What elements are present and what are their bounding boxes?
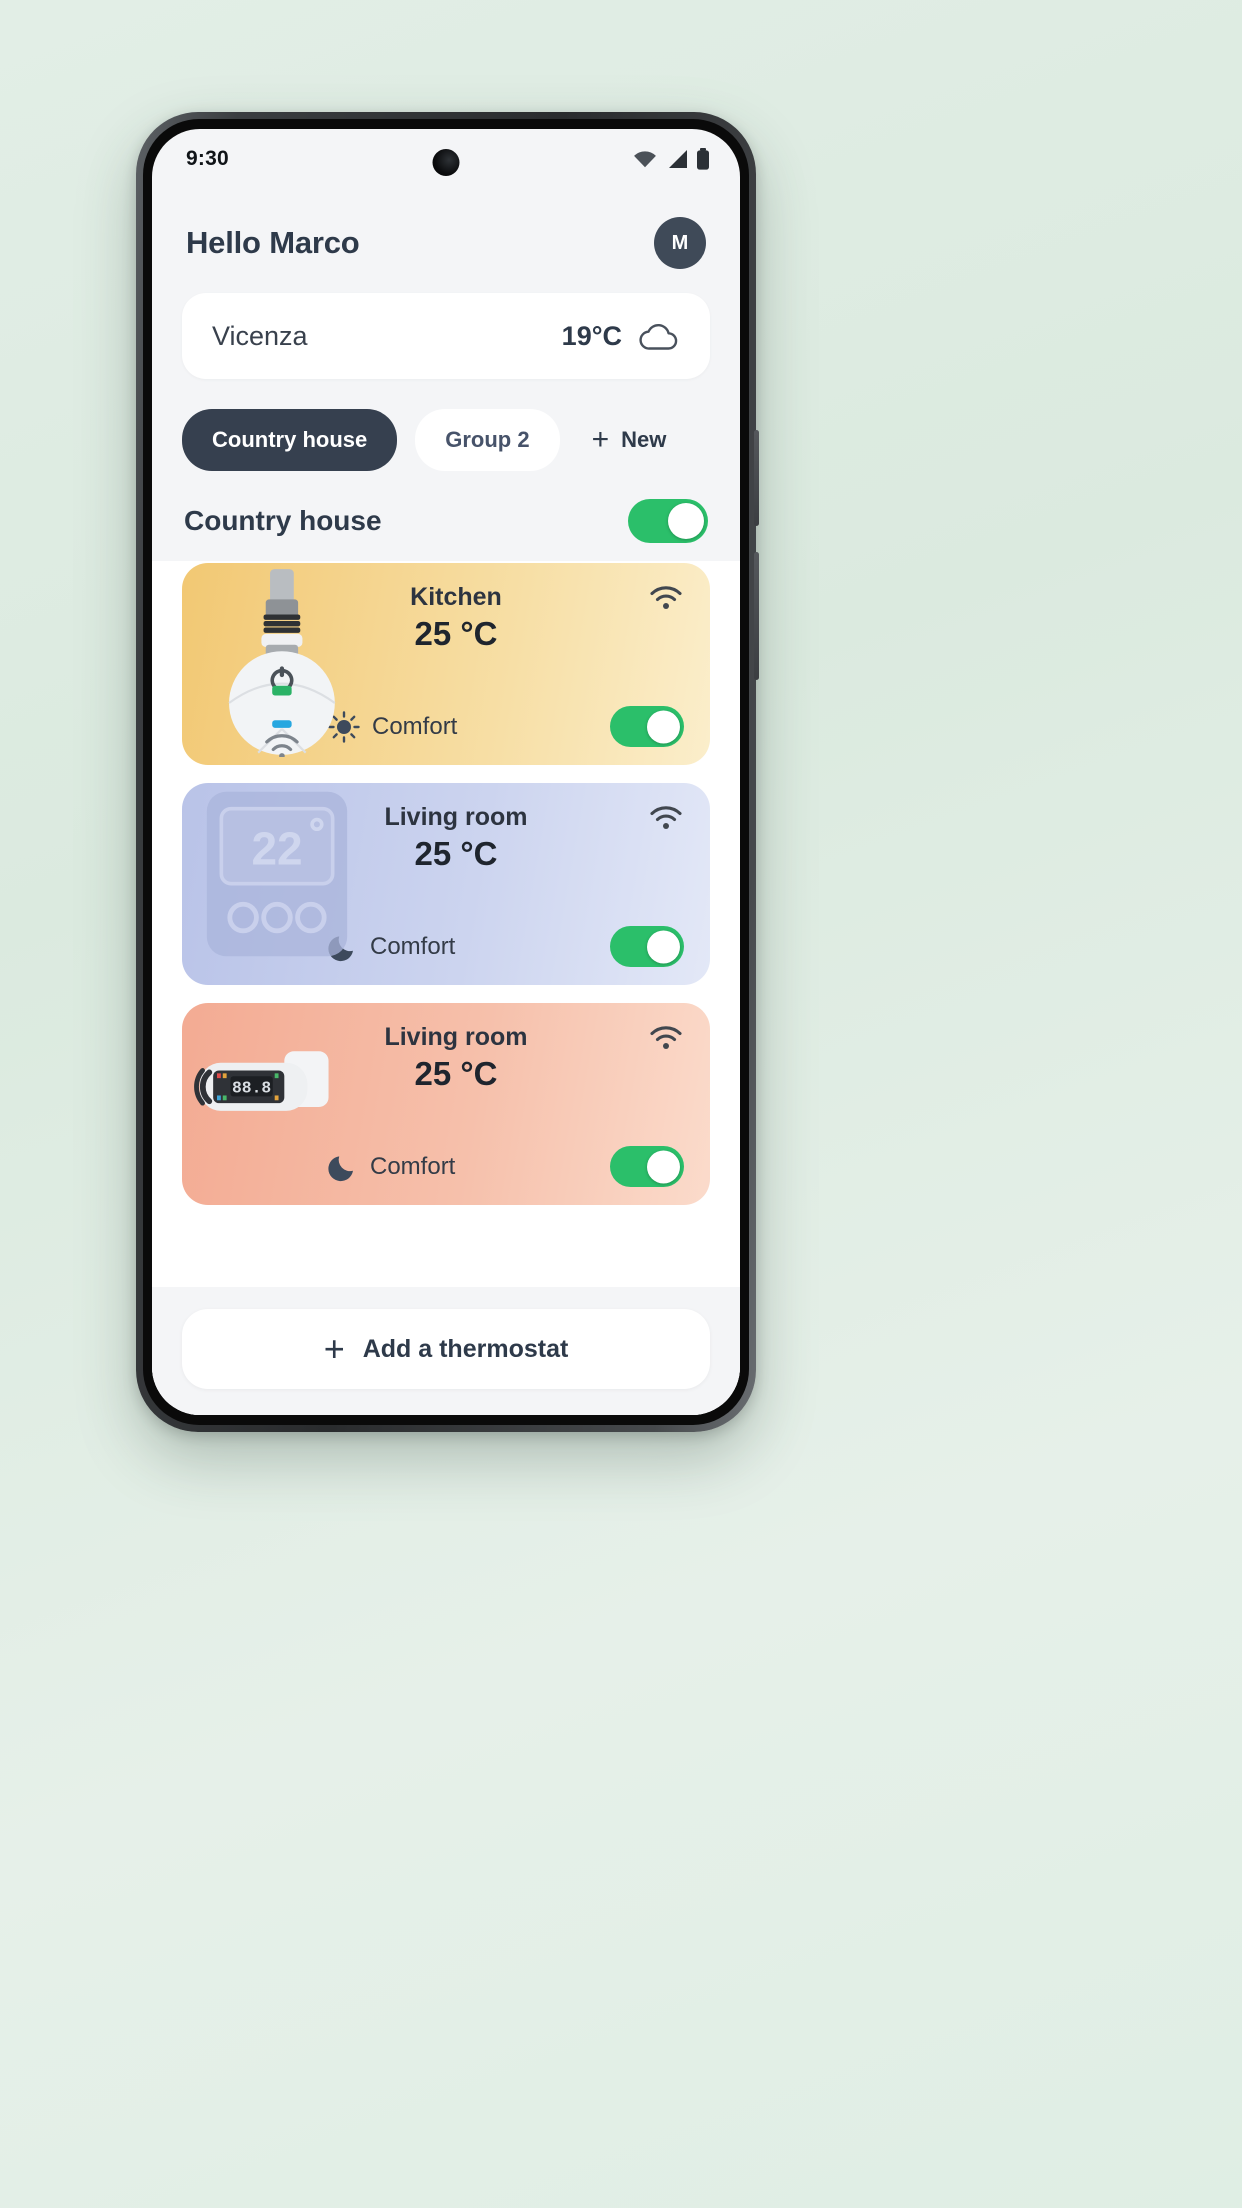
add-thermostat-label: Add a thermostat [362,1334,569,1363]
toggle-knob [647,930,680,963]
device-card-living-room-display[interactable]: 88.8 Living room 25 °C Comfort [182,1003,710,1205]
plus-icon: + [323,1328,345,1369]
status-time: 9:30 [186,147,229,170]
weather-city: Vicenza [212,320,308,351]
group-title: Country house [184,505,382,536]
device-power-toggle[interactable] [610,706,684,747]
page-title: Hello Marco [186,225,360,260]
power-button[interactable] [754,430,759,526]
phone-frame: 9:30 Hello Marco M Vicenza 19°C Country … [136,112,759,1432]
status-bar: 9:30 [152,129,740,189]
avatar-initial: M [671,231,689,254]
thermostatic-valve-icon [228,569,336,757]
svg-text:22: 22 [251,822,302,874]
tab-label: Country house [212,427,368,452]
app-body: Hello Marco M Vicenza 19°C Country house… [152,189,740,1415]
device-mode-label: Comfort [372,712,458,740]
device-mode: Comfort [328,1152,455,1182]
digital-display-thermostat-icon: 88.8 [194,1051,329,1111]
front-camera-punch-hole [432,149,460,176]
wifi-icon [650,586,682,609]
device-power-toggle[interactable] [610,926,684,967]
tab-label: Group 2 [445,427,530,452]
greeting-row: Hello Marco M [152,189,740,285]
cellular-signal-icon [669,150,687,168]
tab-new-group[interactable]: + New [578,409,697,471]
toggle-knob [668,503,704,539]
device-power-toggle[interactable] [610,1146,684,1187]
add-thermostat-button[interactable]: + Add a thermostat [182,1309,710,1389]
group-header: Country house [152,471,740,561]
plus-icon: + [591,423,610,456]
footer-bar: + Add a thermostat [152,1287,740,1415]
tab-group-2[interactable]: Group 2 [415,409,560,471]
cloud-icon [639,323,678,350]
phone-screen: 9:30 Hello Marco M Vicenza 19°C Country … [152,129,740,1415]
tab-country-house[interactable]: Country house [182,409,398,471]
group-tabs[interactable]: Country house Group 2 + New [152,379,740,471]
wall-panel-icon: 22 [206,791,348,957]
device-mode-label: Comfort [370,932,456,960]
volume-button[interactable] [754,552,759,680]
wifi-icon [650,1026,682,1049]
tab-label: New [621,427,667,452]
weather-summary: 19°C [562,318,682,354]
svg-text:88.8: 88.8 [232,1079,271,1098]
avatar[interactable]: M [654,217,706,269]
device-card-living-room-panel[interactable]: 22 Living room 25 °C Comfort [182,783,710,985]
toggle-knob [647,710,680,743]
wifi-icon [650,806,682,829]
weather-card[interactable]: Vicenza 19°C [182,293,710,379]
group-power-toggle[interactable] [628,499,708,543]
device-list: Kitchen 25 °C Comfort 22 Living room 25 … [152,561,740,1287]
weather-temperature: 19°C [561,320,622,351]
phone-bezel: 9:30 Hello Marco M Vicenza 19°C Country … [143,119,749,1425]
battery-icon [697,148,709,170]
toggle-knob [647,1150,680,1183]
device-card-kitchen[interactable]: Kitchen 25 °C Comfort [182,563,710,765]
wifi-icon [634,151,656,168]
status-icons [632,148,710,170]
device-mode-label: Comfort [370,1152,456,1180]
